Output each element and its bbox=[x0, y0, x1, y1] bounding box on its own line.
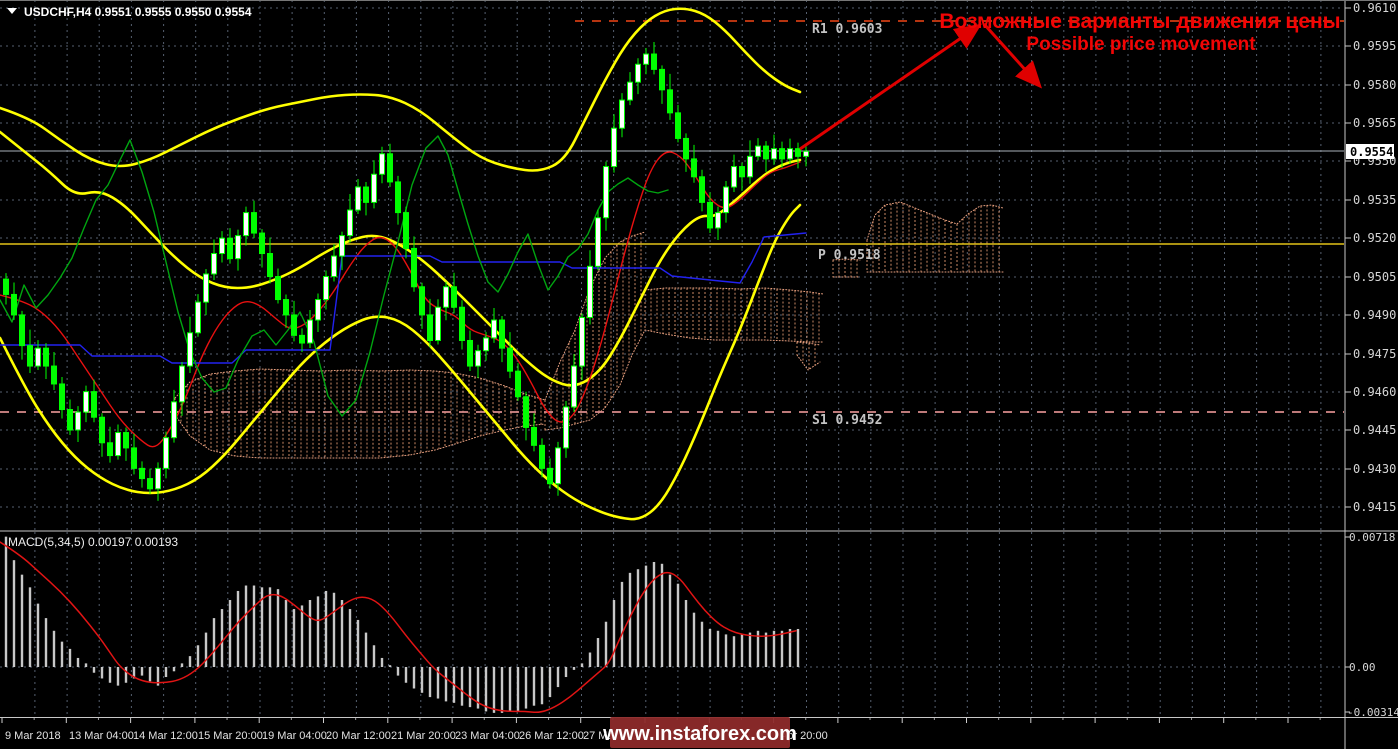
svg-text:26 Mar 12:00: 26 Mar 12:00 bbox=[519, 730, 584, 742]
svg-text:13 Mar 04:00: 13 Mar 04:00 bbox=[69, 730, 134, 742]
watermark: www.instaforex.com bbox=[602, 717, 797, 748]
macd-axis-bottom: -0.00314 bbox=[1347, 706, 1398, 719]
svg-text:0.9520: 0.9520 bbox=[1353, 231, 1396, 245]
svg-text:0.9580: 0.9580 bbox=[1353, 78, 1396, 92]
chart-layers[interactable]: 0.96100.95950.95800.95650.95500.95350.95… bbox=[0, 0, 1396, 742]
svg-text:0.9475: 0.9475 bbox=[1353, 347, 1396, 361]
svg-text:9 Mar 2018: 9 Mar 2018 bbox=[5, 730, 61, 742]
chart-title: USDCHF,H4 0.9551 0.9555 0.9550 0.9554 bbox=[24, 5, 252, 19]
annotation-text-en: Possible price movement bbox=[1026, 34, 1256, 55]
svg-text:19 Mar 04:00: 19 Mar 04:00 bbox=[262, 730, 327, 742]
macd-axis-zero: 0.00 bbox=[1349, 661, 1376, 674]
macd-label: MACD(5,34,5) 0.00197 0.00193 bbox=[8, 535, 178, 549]
svg-text:23 Mar 04:00: 23 Mar 04:00 bbox=[455, 730, 520, 742]
macd-axis-top: 0.00718 bbox=[1349, 531, 1395, 544]
svg-text:0.9460: 0.9460 bbox=[1353, 385, 1396, 399]
svg-text:14 Mar 12:00: 14 Mar 12:00 bbox=[133, 730, 198, 742]
svg-text:0.9565: 0.9565 bbox=[1353, 116, 1396, 130]
svg-text:0.9490: 0.9490 bbox=[1353, 308, 1396, 322]
svg-text:0.9445: 0.9445 bbox=[1353, 423, 1396, 437]
pivot-r1-label[interactable]: R1 0.9603 bbox=[812, 22, 882, 37]
svg-text:0.9415: 0.9415 bbox=[1353, 500, 1396, 514]
symbol-dropdown-icon[interactable] bbox=[7, 8, 17, 14]
current-price-value: 0.9554 bbox=[1350, 145, 1393, 159]
svg-text:0.9535: 0.9535 bbox=[1353, 193, 1396, 207]
svg-text:0.9505: 0.9505 bbox=[1353, 270, 1396, 284]
svg-text:0.9610: 0.9610 bbox=[1353, 1, 1396, 15]
trading-chart-canvas[interactable]: 0.96100.95950.95800.95650.95500.95350.95… bbox=[0, 0, 1398, 749]
svg-text:0.9595: 0.9595 bbox=[1353, 39, 1396, 53]
svg-text:21 Mar 20:00: 21 Mar 20:00 bbox=[391, 730, 456, 742]
pivot-p-label[interactable]: P 0.9518 bbox=[818, 248, 881, 263]
svg-text:20 Mar 12:00: 20 Mar 12:00 bbox=[326, 730, 391, 742]
svg-text:15 Mar 20:00: 15 Mar 20:00 bbox=[198, 730, 263, 742]
annotation-text-ru: Возможные варианты движения цены bbox=[939, 10, 1340, 33]
svg-text:0.9430: 0.9430 bbox=[1353, 462, 1396, 476]
pivot-s1-label[interactable]: S1 0.9452 bbox=[812, 413, 882, 428]
watermark-text: www.instaforex.com bbox=[602, 723, 797, 745]
